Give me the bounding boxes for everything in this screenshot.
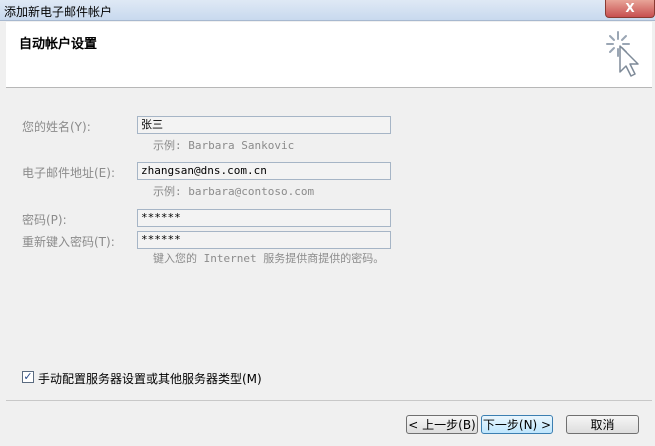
manual-config-label[interactable]: 手动配置服务器设置或其他服务器类型(M)	[38, 370, 262, 387]
email-label: 电子邮件地址(E):	[22, 166, 115, 180]
close-button[interactable]: X	[605, 0, 655, 18]
email-field[interactable]: zhangsan@dns.com.cn	[137, 162, 391, 180]
title-bar: 添加新电子邮件帐户 X	[0, 0, 655, 21]
manual-config-checkbox[interactable]: ✓	[22, 371, 34, 383]
name-hint: 示例: Barbara Sankovic	[153, 139, 295, 152]
page-title: 自动帐户设置	[19, 37, 98, 52]
password-field[interactable]: ******	[137, 209, 391, 227]
header-panel: 自动帐户设置	[6, 22, 652, 88]
cancel-button[interactable]: 取消	[566, 415, 639, 434]
password-confirm-field[interactable]: ******	[137, 231, 391, 249]
close-icon: X	[625, 1, 635, 15]
name-label: 您的姓名(Y):	[22, 120, 91, 134]
footer-divider	[6, 400, 652, 401]
window-title: 添加新电子邮件帐户	[4, 5, 113, 19]
back-button[interactable]: < 上一步(B)	[406, 415, 478, 434]
name-field[interactable]: 张三	[137, 116, 391, 134]
password-hint: 键入您的 Internet 服务提供商提供的密码。	[153, 252, 385, 265]
email-hint: 示例: barbara@contoso.com	[153, 185, 315, 198]
password-label: 密码(P):	[22, 213, 67, 227]
password-confirm-label: 重新键入密码(T):	[22, 235, 115, 249]
setup-wand-icon	[606, 31, 639, 77]
checkmark-icon: ✓	[23, 370, 33, 383]
next-button[interactable]: 下一步(N) >	[481, 415, 553, 434]
